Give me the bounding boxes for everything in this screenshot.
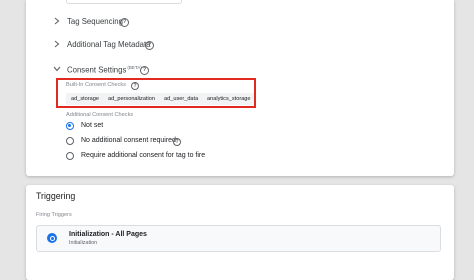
section-label: Additional Tag Metadata (67, 40, 151, 49)
field-outline-remnant (66, 0, 182, 4)
triggering-title: Triggering (36, 191, 76, 201)
section-label: Consent Settings(BETA) (67, 65, 142, 75)
radio-button[interactable] (66, 137, 74, 145)
section-label: Tag Sequencing (67, 17, 123, 26)
trigger-item[interactable] (36, 225, 441, 252)
consent-settings-label: Consent Settings (67, 65, 127, 75)
help-icon[interactable]: ? (173, 137, 181, 146)
help-icon[interactable]: ? (120, 17, 129, 27)
radio-label: Require additional consent for tag to fi… (81, 152, 206, 159)
trigger-name: Initialization - All Pages (69, 231, 147, 238)
initialization-trigger-icon (47, 233, 57, 243)
chevron-right-icon (52, 39, 62, 49)
radio-label: Not set (81, 122, 104, 129)
help-icon[interactable]: ? (140, 65, 149, 75)
radio-button[interactable] (66, 152, 74, 160)
radio-label: No additional consent required (81, 137, 176, 144)
chevron-down-icon (52, 64, 62, 74)
radio-button[interactable] (66, 122, 74, 130)
help-icon[interactable]: ? (145, 40, 154, 50)
annotation-highlight-box (56, 78, 256, 108)
firing-triggers-label: Firing Triggers (36, 212, 72, 218)
additional-consent-label: Additional Consent Checks (66, 112, 134, 118)
trigger-type: Initialization (69, 240, 98, 246)
chevron-right-icon (52, 16, 62, 26)
